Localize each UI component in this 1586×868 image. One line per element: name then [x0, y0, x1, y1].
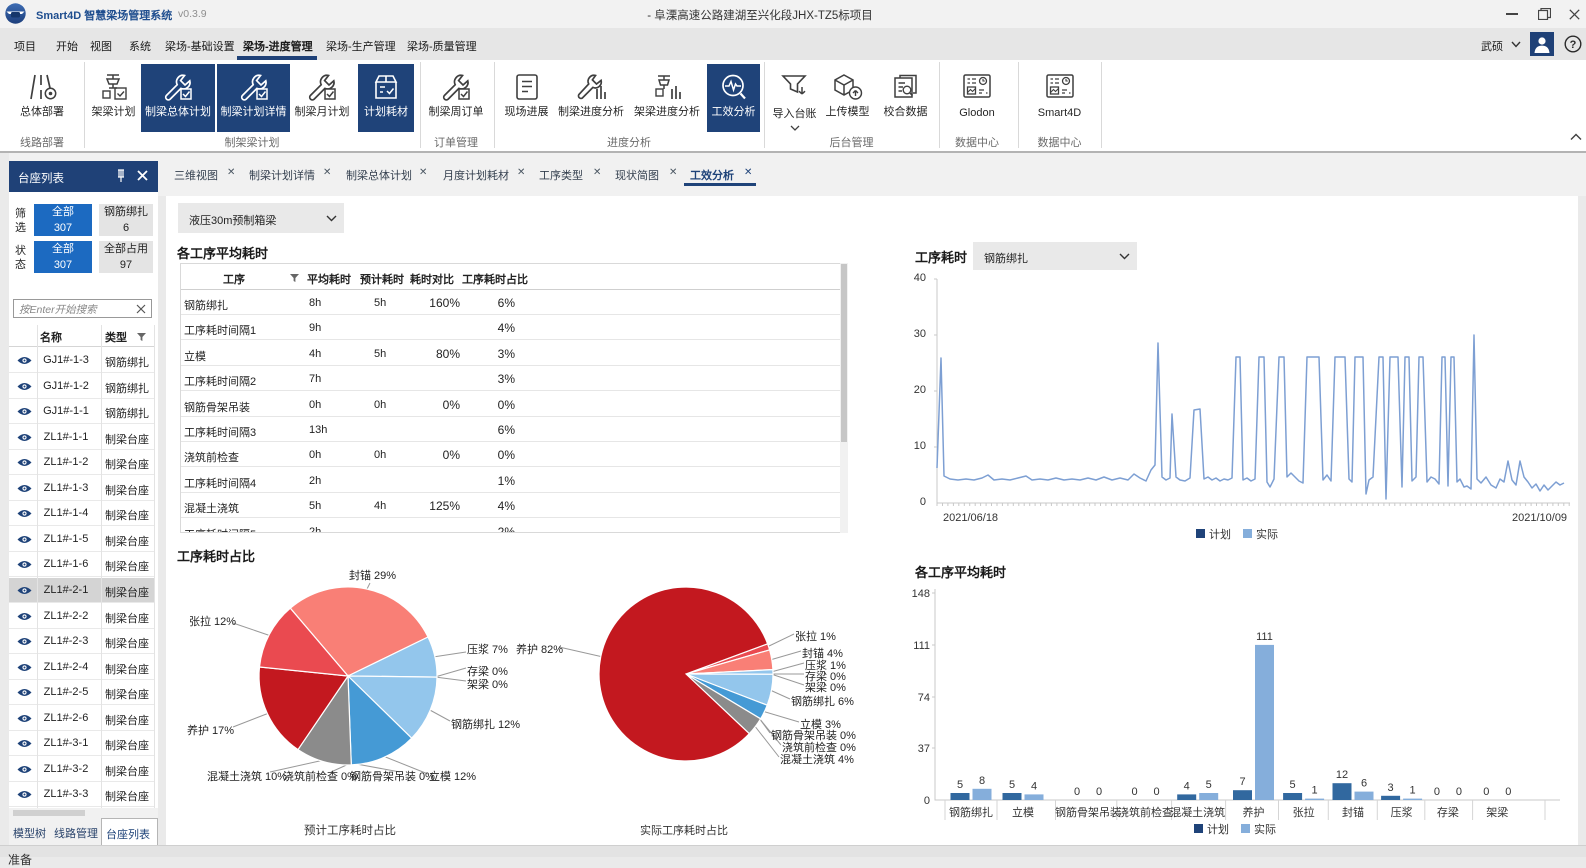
svg-text:钢筋绑扎: 钢筋绑扎	[949, 805, 993, 819]
svg-text:5: 5	[1009, 779, 1015, 791]
svg-text:6: 6	[1361, 778, 1367, 790]
svg-text:5: 5	[957, 779, 963, 791]
svg-text:混凝土浇筑: 混凝土浇筑	[1170, 805, 1225, 819]
svg-text:74: 74	[918, 692, 930, 704]
svg-text:3: 3	[1388, 782, 1394, 794]
svg-text:37: 37	[918, 743, 930, 755]
svg-text:张拉: 张拉	[1293, 805, 1315, 819]
svg-text:0: 0	[924, 795, 930, 807]
svg-text:0: 0	[1456, 786, 1462, 798]
svg-text:0: 0	[1096, 786, 1102, 798]
svg-text:1: 1	[1410, 785, 1416, 797]
svg-text:存梁: 存梁	[1437, 805, 1459, 819]
svg-text:压浆: 压浆	[1391, 805, 1413, 819]
svg-text:0: 0	[1131, 786, 1137, 798]
svg-text:0: 0	[1483, 786, 1489, 798]
svg-text:12: 12	[1336, 769, 1348, 781]
svg-text:架梁: 架梁	[1486, 805, 1508, 819]
svg-text:浇筑前检查: 浇筑前检查	[1118, 805, 1173, 819]
svg-text:0: 0	[1505, 786, 1511, 798]
svg-text:111: 111	[913, 640, 930, 652]
svg-text:8: 8	[979, 775, 985, 787]
svg-text:0: 0	[1074, 786, 1080, 798]
svg-text:111: 111	[1256, 631, 1273, 643]
svg-text:5: 5	[1290, 779, 1296, 791]
svg-text:?: ?	[1570, 39, 1577, 51]
svg-text:1: 1	[1312, 785, 1318, 797]
svg-text:封锚: 封锚	[1342, 805, 1364, 819]
svg-text:148: 148	[912, 588, 930, 600]
svg-text:立模: 立模	[1012, 805, 1034, 819]
svg-text:0: 0	[1153, 786, 1159, 798]
svg-text:钢筋骨架吊装: 钢筋骨架吊装	[1055, 805, 1121, 819]
svg-text:7: 7	[1239, 776, 1245, 788]
svg-text:4: 4	[1184, 780, 1190, 792]
svg-text:养护: 养护	[1243, 805, 1265, 819]
svg-text:0: 0	[1434, 786, 1440, 798]
svg-text:4: 4	[1031, 780, 1037, 792]
svg-text:5: 5	[1206, 779, 1212, 791]
